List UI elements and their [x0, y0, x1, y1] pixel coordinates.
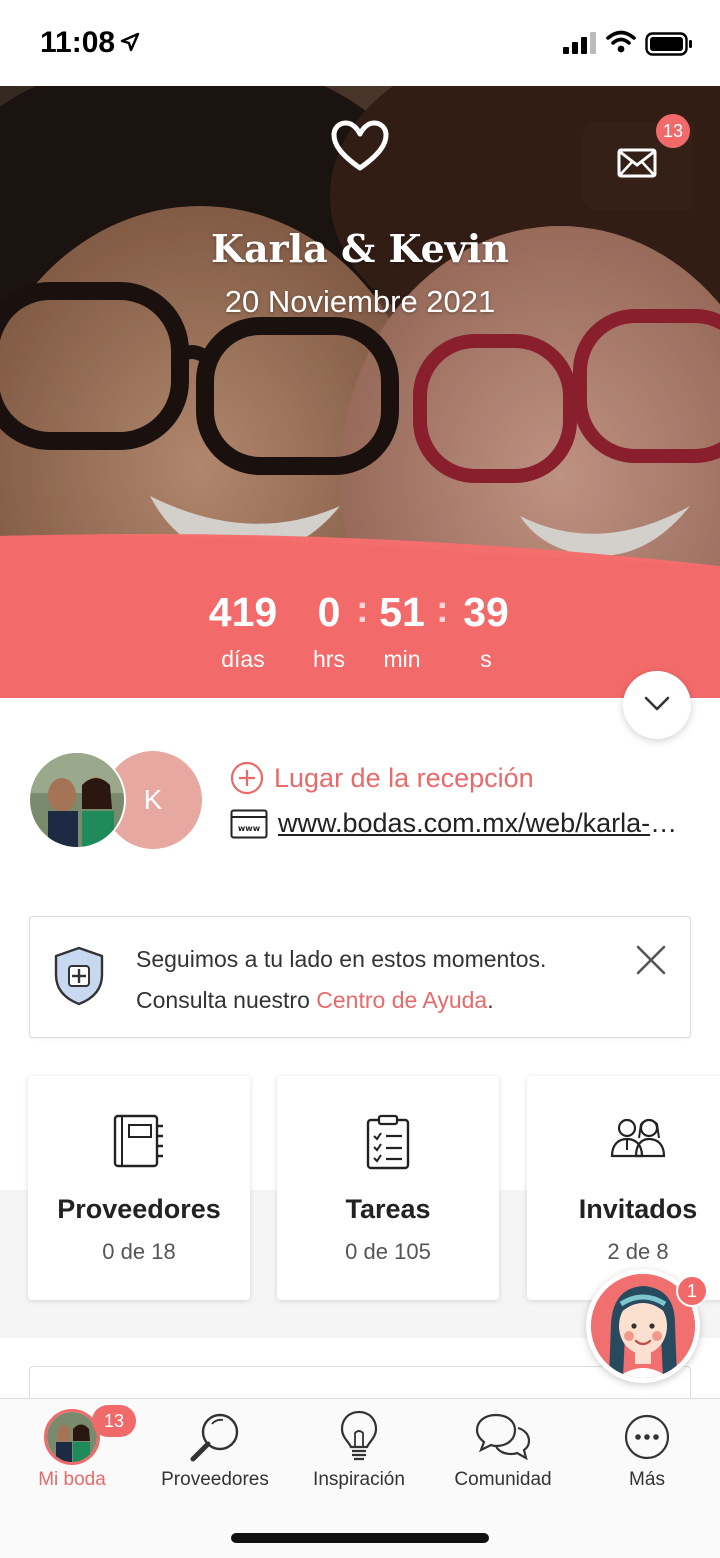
magnifier-icon	[190, 1413, 239, 1462]
notice-text: Seguimos a tu lado en estos momentos. Co…	[136, 939, 546, 1021]
browser-window-icon: www	[230, 809, 268, 838]
couple-names: Karla & Kevin	[210, 226, 509, 271]
expand-button[interactable]	[623, 671, 691, 739]
couple-avatar[interactable]	[28, 751, 126, 849]
card-title: Tareas	[345, 1194, 431, 1224]
tab-label: Comunidad	[454, 1469, 552, 1490]
help-center-link[interactable]: Centro de Ayuda	[316, 987, 487, 1013]
notice-line-1: Seguimos a tu lado en estos momentos.	[136, 946, 547, 972]
wedding-website-link[interactable]: www www.bodas.com.mx/web/karla-y-kevin	[230, 808, 690, 839]
messages-badge: 13	[656, 114, 690, 148]
card-count: 0 de 105	[345, 1239, 431, 1264]
notice-line-2-end: .	[487, 987, 494, 1013]
card-title: Proveedores	[57, 1194, 221, 1224]
countdown-seconds-label: s	[480, 646, 492, 672]
tab-label: Proveedores	[161, 1469, 269, 1490]
tab-label: Mi boda	[38, 1469, 106, 1490]
plus-circle-icon	[230, 761, 264, 795]
countdown-days: 419	[208, 589, 278, 635]
tab-label: Más	[629, 1469, 665, 1490]
cellular-signal-icon	[563, 32, 596, 54]
reception-label: Lugar de la recepción	[274, 762, 534, 793]
status-time: 11:08	[40, 26, 116, 59]
countdown-seconds: 39	[463, 589, 509, 635]
chevron-down-icon	[644, 696, 670, 711]
assistant-button[interactable]: 1	[586, 1269, 708, 1383]
wedding-date: 20 Noviembre 2021	[224, 284, 496, 319]
card-title: Invitados	[578, 1194, 698, 1224]
assistant-badge: 1	[676, 1275, 708, 1307]
countdown-days-label: días	[221, 646, 265, 672]
close-icon[interactable]	[634, 943, 668, 977]
shield-plus-icon	[54, 946, 104, 1006]
lightbulb-icon	[340, 1410, 378, 1461]
tab-label: Inspiración	[313, 1469, 405, 1490]
card-count: 0 de 18	[102, 1239, 176, 1264]
chat-bubbles-icon	[475, 1413, 531, 1461]
card-proveedores[interactable]: Proveedores 0 de 18	[28, 1076, 250, 1300]
wifi-icon	[606, 30, 636, 53]
more-icon	[624, 1414, 670, 1460]
guests-icon	[610, 1118, 666, 1158]
notice-line-2: Consulta nuestro Centro de Ayuda.	[136, 980, 546, 1021]
envelope-icon	[617, 148, 657, 178]
website-url: www.bodas.com.mx/web/karla-y-kevin	[278, 808, 690, 838]
card-invitados[interactable]: Invitados 2 de 8	[527, 1076, 720, 1300]
add-reception-link[interactable]: Lugar de la recepción	[230, 761, 534, 795]
tab-proveedores[interactable]: Proveedores	[143, 1409, 287, 1499]
tab-inspiracion[interactable]: Inspiración	[287, 1409, 431, 1499]
help-notice: Seguimos a tu lado en estos momentos. Co…	[29, 916, 691, 1038]
notebook-icon	[113, 1114, 163, 1168]
card-count: 2 de 8	[607, 1239, 669, 1264]
messages-button[interactable]: 13	[583, 114, 693, 210]
home-indicator	[231, 1533, 489, 1543]
card-tareas[interactable]: Tareas 0 de 105	[277, 1076, 499, 1300]
hero-header: 13 Karla & Kevin 20 Noviembre 2021 419 0…	[0, 86, 720, 698]
location-arrow-icon	[120, 32, 140, 52]
tab-badge: 13	[92, 1405, 136, 1437]
status-bar: 11:08	[0, 0, 720, 86]
checklist-icon	[366, 1114, 410, 1170]
tab-mi-boda[interactable]: 13 Mi boda	[0, 1405, 144, 1499]
notice-line-2-text: Consulta nuestro	[136, 987, 317, 1013]
heart-logo-icon	[331, 120, 389, 171]
tab-comunidad[interactable]: Comunidad	[431, 1409, 575, 1499]
battery-icon	[645, 32, 692, 56]
svg-text:www: www	[238, 824, 261, 833]
tab-mas[interactable]: Más	[575, 1409, 719, 1499]
